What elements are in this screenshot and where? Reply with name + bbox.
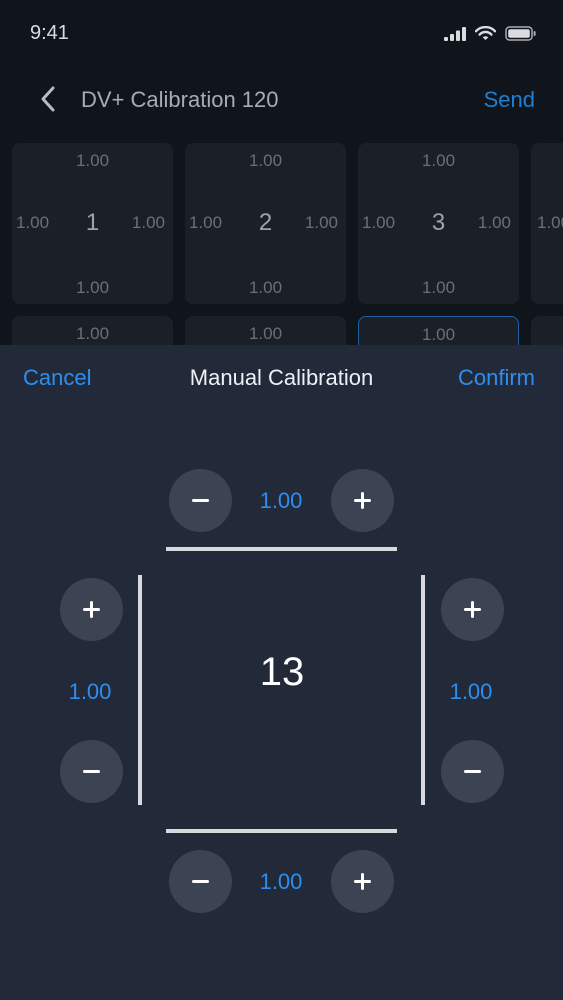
grid-cell[interactable] (531, 316, 563, 348)
cell-number-display: 13 (259, 650, 305, 694)
right-value: 1.00 (449, 679, 493, 704)
status-icons (444, 25, 537, 46)
back-button[interactable] (34, 86, 62, 116)
sheet-header: Cancel Manual Calibration Confirm (0, 345, 563, 409)
grid-cell[interactable]: 1.00 1.00 1 1.00 1.00 (12, 143, 173, 304)
grid-cell-selected[interactable]: 1.00 (358, 316, 519, 348)
signal-icon (444, 26, 466, 46)
right-increase-button[interactable] (441, 578, 504, 641)
manual-calibration-sheet: Cancel Manual Calibration Confirm 1.00 1… (0, 345, 563, 1000)
cell-bottom-value: 1.00 (75, 278, 110, 297)
left-decrease-button[interactable] (60, 740, 123, 803)
minus-icon (464, 770, 481, 773)
minus-icon (83, 770, 100, 773)
page-title: DV+ Calibration 120 (81, 87, 279, 112)
cell-left-value: 1.00 (537, 213, 563, 232)
grid-cell[interactable]: 1.00 1.00 3 1.00 1.00 (358, 143, 519, 304)
cell-top-value: 1.00 (248, 151, 283, 170)
bottom-edge-line (166, 829, 397, 833)
top-increase-button[interactable] (331, 469, 394, 532)
confirm-button[interactable]: Confirm (458, 365, 535, 391)
cell-top-value: 1.00 (421, 151, 456, 170)
left-increase-button[interactable] (60, 578, 123, 641)
calibration-grid: 1.00 1.00 1 1.00 1.00 1.00 1.00 2 1.00 1… (12, 143, 563, 348)
cell-right-value: 1.00 (131, 213, 165, 232)
cell-top-value: 1.00 (75, 324, 110, 343)
wifi-icon (474, 25, 497, 46)
cell-bottom-value: 1.00 (421, 278, 456, 297)
cell-right-value: 1.00 (477, 213, 511, 232)
grid-cell[interactable]: 1.00 (185, 316, 346, 348)
top-edge-line (166, 547, 397, 551)
plus-icon (464, 601, 481, 618)
grid-cell[interactable]: 1.00 1.00 2 1.00 1.00 (185, 143, 346, 304)
top-value: 1.00 (259, 488, 303, 513)
chevron-left-icon (39, 85, 57, 118)
battery-icon (505, 26, 537, 46)
bottom-decrease-button[interactable] (169, 850, 232, 913)
send-button[interactable]: Send (484, 87, 535, 113)
cell-top-value: 1.00 (421, 325, 456, 344)
minus-icon (192, 880, 209, 883)
top-decrease-button[interactable] (169, 469, 232, 532)
grid-cell[interactable]: 1.00 (531, 143, 563, 304)
status-bar: 9:41 (0, 0, 563, 70)
status-time: 9:41 (30, 22, 69, 44)
plus-icon (354, 492, 371, 509)
right-decrease-button[interactable] (441, 740, 504, 803)
cell-top-value: 1.00 (75, 151, 110, 170)
cell-bottom-value: 1.00 (248, 278, 283, 297)
grid-cell[interactable]: 1.00 (12, 316, 173, 348)
plus-icon (83, 601, 100, 618)
bottom-increase-button[interactable] (331, 850, 394, 913)
cell-top-value: 1.00 (248, 324, 283, 343)
nav-bar: DV+ Calibration 120 Send (0, 70, 563, 132)
left-value: 1.00 (68, 679, 112, 704)
plus-icon (354, 873, 371, 890)
bottom-value: 1.00 (259, 869, 303, 894)
minus-icon (192, 499, 209, 502)
cell-right-value: 1.00 (304, 213, 338, 232)
